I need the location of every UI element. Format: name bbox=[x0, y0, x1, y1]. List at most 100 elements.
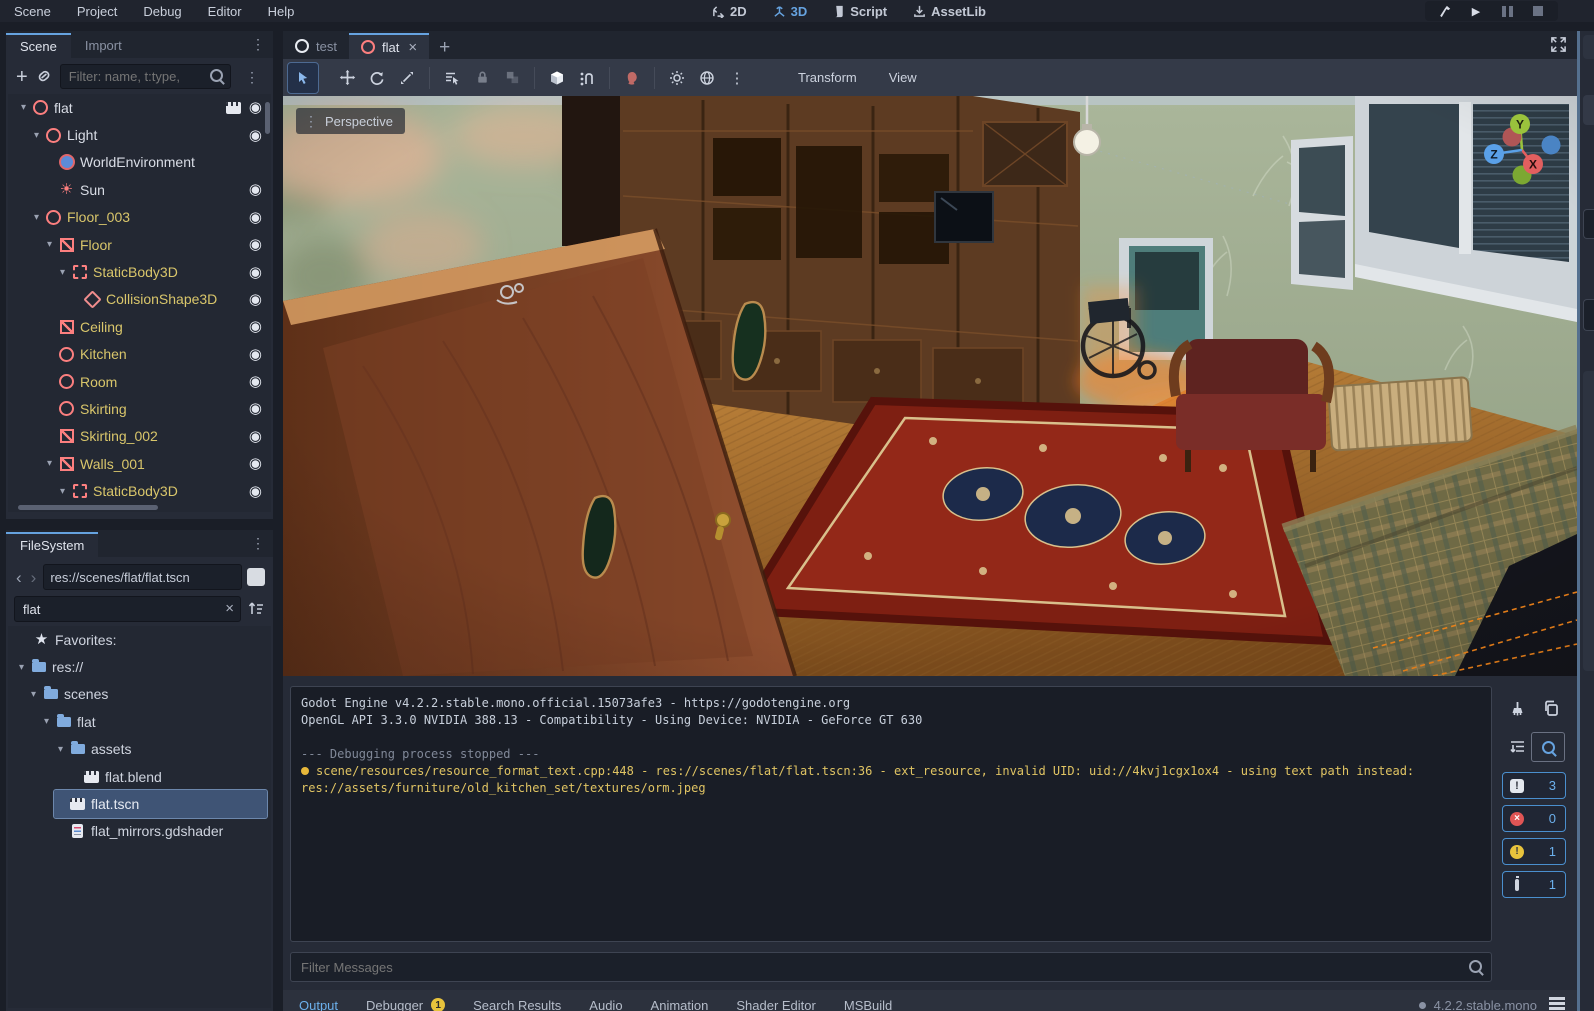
switch-script[interactable]: Script bbox=[833, 4, 887, 19]
scene-dock-menu-icon[interactable]: ⋮ bbox=[245, 37, 271, 51]
view-menu-perspective[interactable]: ⋮ Perspective bbox=[296, 108, 405, 134]
visibility-eye-icon[interactable]: ◉ bbox=[249, 456, 262, 471]
collapse-icon[interactable]: ▾ bbox=[14, 662, 29, 673]
tree-node-room[interactable]: Room ◉ bbox=[8, 368, 271, 395]
bottom-tab-animation[interactable]: Animation bbox=[651, 998, 709, 1011]
visibility-eye-icon[interactable]: ◉ bbox=[249, 292, 262, 307]
add-node-button[interactable]: + bbox=[16, 67, 28, 87]
tree-node-walls-001[interactable]: ▾ Walls_001 ◉ bbox=[8, 450, 271, 477]
tree-node-collisionshape3d[interactable]: CollisionShape3D ◉ bbox=[8, 286, 271, 313]
collapse-icon[interactable]: ▾ bbox=[39, 716, 54, 727]
visibility-eye-icon[interactable]: ◉ bbox=[249, 401, 262, 416]
menu-help[interactable]: Help bbox=[268, 4, 295, 19]
inspector-button-fragment[interactable] bbox=[1583, 95, 1594, 125]
use-snap-button[interactable] bbox=[572, 63, 602, 93]
history-back-icon[interactable]: ‹ bbox=[14, 569, 24, 586]
transform-menu[interactable]: Transform bbox=[782, 70, 873, 85]
close-icon[interactable]: × bbox=[408, 39, 417, 56]
fs-file-flat-blend[interactable]: flat.blend bbox=[8, 763, 271, 790]
expand-bottom-panel-icon[interactable] bbox=[1549, 997, 1565, 1000]
menu-scene[interactable]: Scene bbox=[14, 4, 51, 19]
scale-mode-button[interactable] bbox=[392, 63, 422, 93]
menu-editor[interactable]: Editor bbox=[208, 4, 242, 19]
scene-filter-input[interactable] bbox=[59, 64, 231, 89]
ruler-paint-tool-button[interactable] bbox=[617, 63, 647, 93]
tree-node-floor[interactable]: ▾ Floor ◉ bbox=[8, 231, 271, 258]
clear-output-broom-icon[interactable] bbox=[1505, 696, 1529, 720]
build-hammer-icon[interactable] bbox=[1437, 3, 1453, 19]
bottom-tab-search-results[interactable]: Search Results bbox=[473, 998, 561, 1011]
bottom-tab-output[interactable]: Output bbox=[299, 998, 338, 1011]
history-forward-icon[interactable]: › bbox=[29, 569, 39, 586]
path-input[interactable] bbox=[43, 564, 242, 590]
tab-import[interactable]: Import bbox=[71, 33, 136, 58]
visibility-eye-icon[interactable]: ◉ bbox=[249, 429, 262, 444]
tab-filesystem[interactable]: FileSystem bbox=[6, 532, 99, 557]
bottom-tab-audio[interactable]: Audio bbox=[589, 998, 622, 1011]
scene-tree-horizontal-scrollbar[interactable] bbox=[18, 505, 158, 510]
distraction-free-icon[interactable] bbox=[1550, 36, 1567, 58]
collapse-icon[interactable]: ▾ bbox=[42, 458, 57, 469]
filter-warnings-toggle[interactable]: ! 1 bbox=[1502, 838, 1566, 865]
instance-scene-link-icon[interactable] bbox=[36, 69, 52, 85]
visibility-eye-icon[interactable]: ◉ bbox=[249, 100, 262, 115]
lock-selected-button[interactable] bbox=[467, 63, 497, 93]
pause-icon[interactable] bbox=[1499, 3, 1515, 19]
filesystem-dock-menu-icon[interactable]: ⋮ bbox=[245, 536, 271, 550]
inspector-tab-fragment[interactable] bbox=[1583, 35, 1594, 59]
fs-favorites[interactable]: ★ Favorites: bbox=[8, 626, 271, 653]
output-log[interactable]: Godot Engine v4.2.2.stable.mono.official… bbox=[290, 686, 1492, 942]
visibility-eye-icon[interactable]: ◉ bbox=[249, 237, 262, 252]
switch-assetlib[interactable]: AssetLib bbox=[913, 4, 986, 19]
filesystem-search-input[interactable] bbox=[14, 596, 241, 622]
tree-node-light[interactable]: ▾ Light ◉ bbox=[8, 121, 271, 148]
sort-files-icon[interactable] bbox=[247, 600, 265, 618]
inspector-section-fragment[interactable] bbox=[1583, 371, 1594, 671]
preview-sunlight-button[interactable] bbox=[662, 63, 692, 93]
visibility-eye-icon[interactable]: ◉ bbox=[249, 210, 262, 225]
tree-node-skirting[interactable]: Skirting ◉ bbox=[8, 395, 271, 422]
fs-file-flat-tscn[interactable]: flat.tscn bbox=[53, 789, 268, 819]
tree-node-skirting-002[interactable]: Skirting_002 ◉ bbox=[8, 423, 271, 450]
filter-messages-input[interactable] bbox=[290, 952, 1492, 982]
axis-neg-z-ball[interactable] bbox=[1541, 135, 1561, 155]
scene-tab-flat[interactable]: flat × bbox=[348, 33, 430, 59]
switch-2d[interactable]: 2D bbox=[712, 4, 747, 19]
menu-project[interactable]: Project bbox=[77, 4, 117, 19]
move-mode-button[interactable] bbox=[332, 63, 362, 93]
list-select-button[interactable] bbox=[437, 63, 467, 93]
collapse-icon[interactable]: ▾ bbox=[42, 239, 57, 250]
visibility-eye-icon[interactable]: ◉ bbox=[249, 484, 262, 499]
fs-res-root[interactable]: ▾ res:// bbox=[8, 653, 271, 680]
tree-node-worldenvironment[interactable]: WorldEnvironment bbox=[8, 149, 271, 176]
filter-all-toggle[interactable]: ! 3 bbox=[1502, 772, 1566, 799]
filter-errors-toggle[interactable]: × 0 bbox=[1502, 805, 1566, 832]
stop-icon[interactable] bbox=[1530, 3, 1546, 19]
filter-messages-toggle[interactable]: 1 bbox=[1502, 871, 1566, 898]
visibility-eye-icon[interactable]: ◉ bbox=[249, 182, 262, 197]
new-scene-tab-button[interactable]: + bbox=[429, 37, 460, 59]
visibility-eye-icon[interactable]: ◉ bbox=[249, 128, 262, 143]
tree-node-flat[interactable]: ▾ flat ◉ bbox=[8, 94, 271, 121]
tree-node-kitchen[interactable]: Kitchen ◉ bbox=[8, 341, 271, 368]
fs-folder-flat[interactable]: ▾ flat bbox=[8, 708, 271, 735]
collapse-icon[interactable]: ▾ bbox=[29, 212, 44, 223]
collapse-icon[interactable]: ▾ bbox=[53, 744, 68, 755]
tab-scene[interactable]: Scene bbox=[6, 33, 71, 58]
tree-node-ceiling[interactable]: Ceiling ◉ bbox=[8, 313, 271, 340]
scene-tree-vertical-scrollbar[interactable] bbox=[265, 102, 270, 134]
group-selected-button[interactable] bbox=[497, 63, 527, 93]
visibility-eye-icon[interactable]: ◉ bbox=[249, 374, 262, 389]
axis-gizmo[interactable]: Y Z X bbox=[1477, 105, 1567, 195]
collapse-icon[interactable]: ▾ bbox=[29, 130, 44, 141]
preview-environment-button[interactable] bbox=[692, 63, 722, 93]
scene-file-icon[interactable] bbox=[225, 101, 241, 114]
bottom-tab-shader-editor[interactable]: Shader Editor bbox=[736, 998, 816, 1011]
view-options-dots-icon[interactable]: ⋮ bbox=[722, 63, 752, 93]
clear-search-icon[interactable]: × bbox=[225, 600, 234, 617]
collapse-icon[interactable]: ▾ bbox=[55, 486, 70, 497]
menu-debug[interactable]: Debug bbox=[143, 4, 181, 19]
bottom-tab-msbuild[interactable]: MSBuild bbox=[844, 998, 892, 1011]
fs-folder-assets[interactable]: ▾ assets bbox=[8, 736, 271, 763]
search-output-button[interactable] bbox=[1531, 732, 1565, 762]
